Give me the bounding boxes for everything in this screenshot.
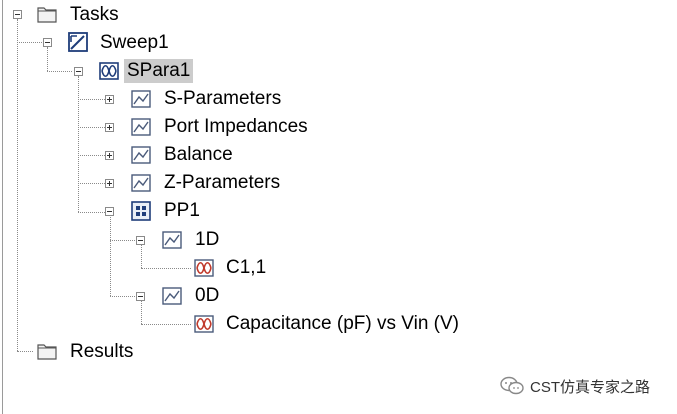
- tree-item-c11[interactable]: C1,1: [223, 256, 269, 280]
- curve-result-icon: [194, 315, 214, 333]
- tree-item-1d[interactable]: 1D: [192, 228, 222, 252]
- expand-z-parameters-toggle[interactable]: [105, 179, 114, 188]
- chart-icon: [131, 146, 151, 164]
- tree-item-z-parameters[interactable]: Z-Parameters: [161, 171, 283, 195]
- tree-item-pp1[interactable]: PP1: [161, 199, 203, 223]
- collapse-0d-toggle[interactable]: [136, 292, 145, 301]
- tree-item-tasks[interactable]: Tasks: [67, 3, 122, 27]
- tree-line: [17, 42, 42, 43]
- tree-line: [17, 351, 33, 352]
- expand-port-impedances-toggle[interactable]: [105, 123, 114, 132]
- chart-icon: [131, 174, 151, 192]
- collapse-pp1-toggle[interactable]: [105, 207, 114, 216]
- postprocessing-icon: [131, 201, 151, 221]
- folder-icon: [37, 344, 57, 360]
- tree-line: [78, 183, 105, 184]
- watermark-text: CST仿真专家之路: [530, 378, 651, 396]
- collapse-1d-toggle[interactable]: [136, 236, 145, 245]
- tree-item-balance[interactable]: Balance: [161, 143, 236, 167]
- watermark: CST仿真专家之路: [500, 373, 650, 399]
- tree-item-0d[interactable]: 0D: [192, 284, 222, 308]
- tree-line: [110, 240, 135, 241]
- tree-line: [78, 155, 105, 156]
- tree-item-results[interactable]: Results: [67, 340, 136, 364]
- folder-icon: [37, 7, 57, 23]
- tree-line: [78, 99, 105, 100]
- tree-item-capacitance-vs-vin[interactable]: Capacitance (pF) vs Vin (V): [223, 312, 462, 336]
- expand-balance-toggle[interactable]: [105, 151, 114, 160]
- tree-line: [141, 301, 142, 324]
- collapse-sweep-toggle[interactable]: [43, 38, 52, 47]
- panel-left-border: [2, 0, 3, 414]
- chart-icon: [131, 90, 151, 108]
- tree-line: [78, 212, 105, 213]
- chart-icon: [162, 287, 182, 305]
- expand-s-parameters-toggle[interactable]: [105, 95, 114, 104]
- tree-line: [110, 296, 135, 297]
- tree-line: [78, 76, 79, 212]
- sweep-icon: [68, 32, 88, 52]
- chart-icon: [162, 231, 182, 249]
- tree-line: [78, 127, 105, 128]
- wechat-icon: [500, 376, 524, 395]
- chart-icon: [131, 118, 151, 136]
- curve-result-icon: [194, 259, 214, 277]
- spara-icon: [99, 62, 119, 80]
- tree-item-spara1[interactable]: SPara1: [124, 59, 194, 83]
- collapse-spara-toggle[interactable]: [74, 67, 83, 76]
- tree-line: [47, 71, 72, 72]
- tree-line: [110, 217, 111, 296]
- tree-item-s-parameters[interactable]: S-Parameters: [161, 87, 284, 111]
- tree-item-port-impedances[interactable]: Port Impedances: [161, 115, 311, 139]
- tree-line: [141, 245, 142, 268]
- tree-line: [141, 324, 191, 325]
- tree-line: [141, 268, 191, 269]
- tree-line: [17, 19, 18, 351]
- tree-item-sweep1[interactable]: Sweep1: [97, 31, 172, 55]
- collapse-tasks-toggle[interactable]: [13, 10, 22, 19]
- tree-line: [47, 47, 48, 71]
